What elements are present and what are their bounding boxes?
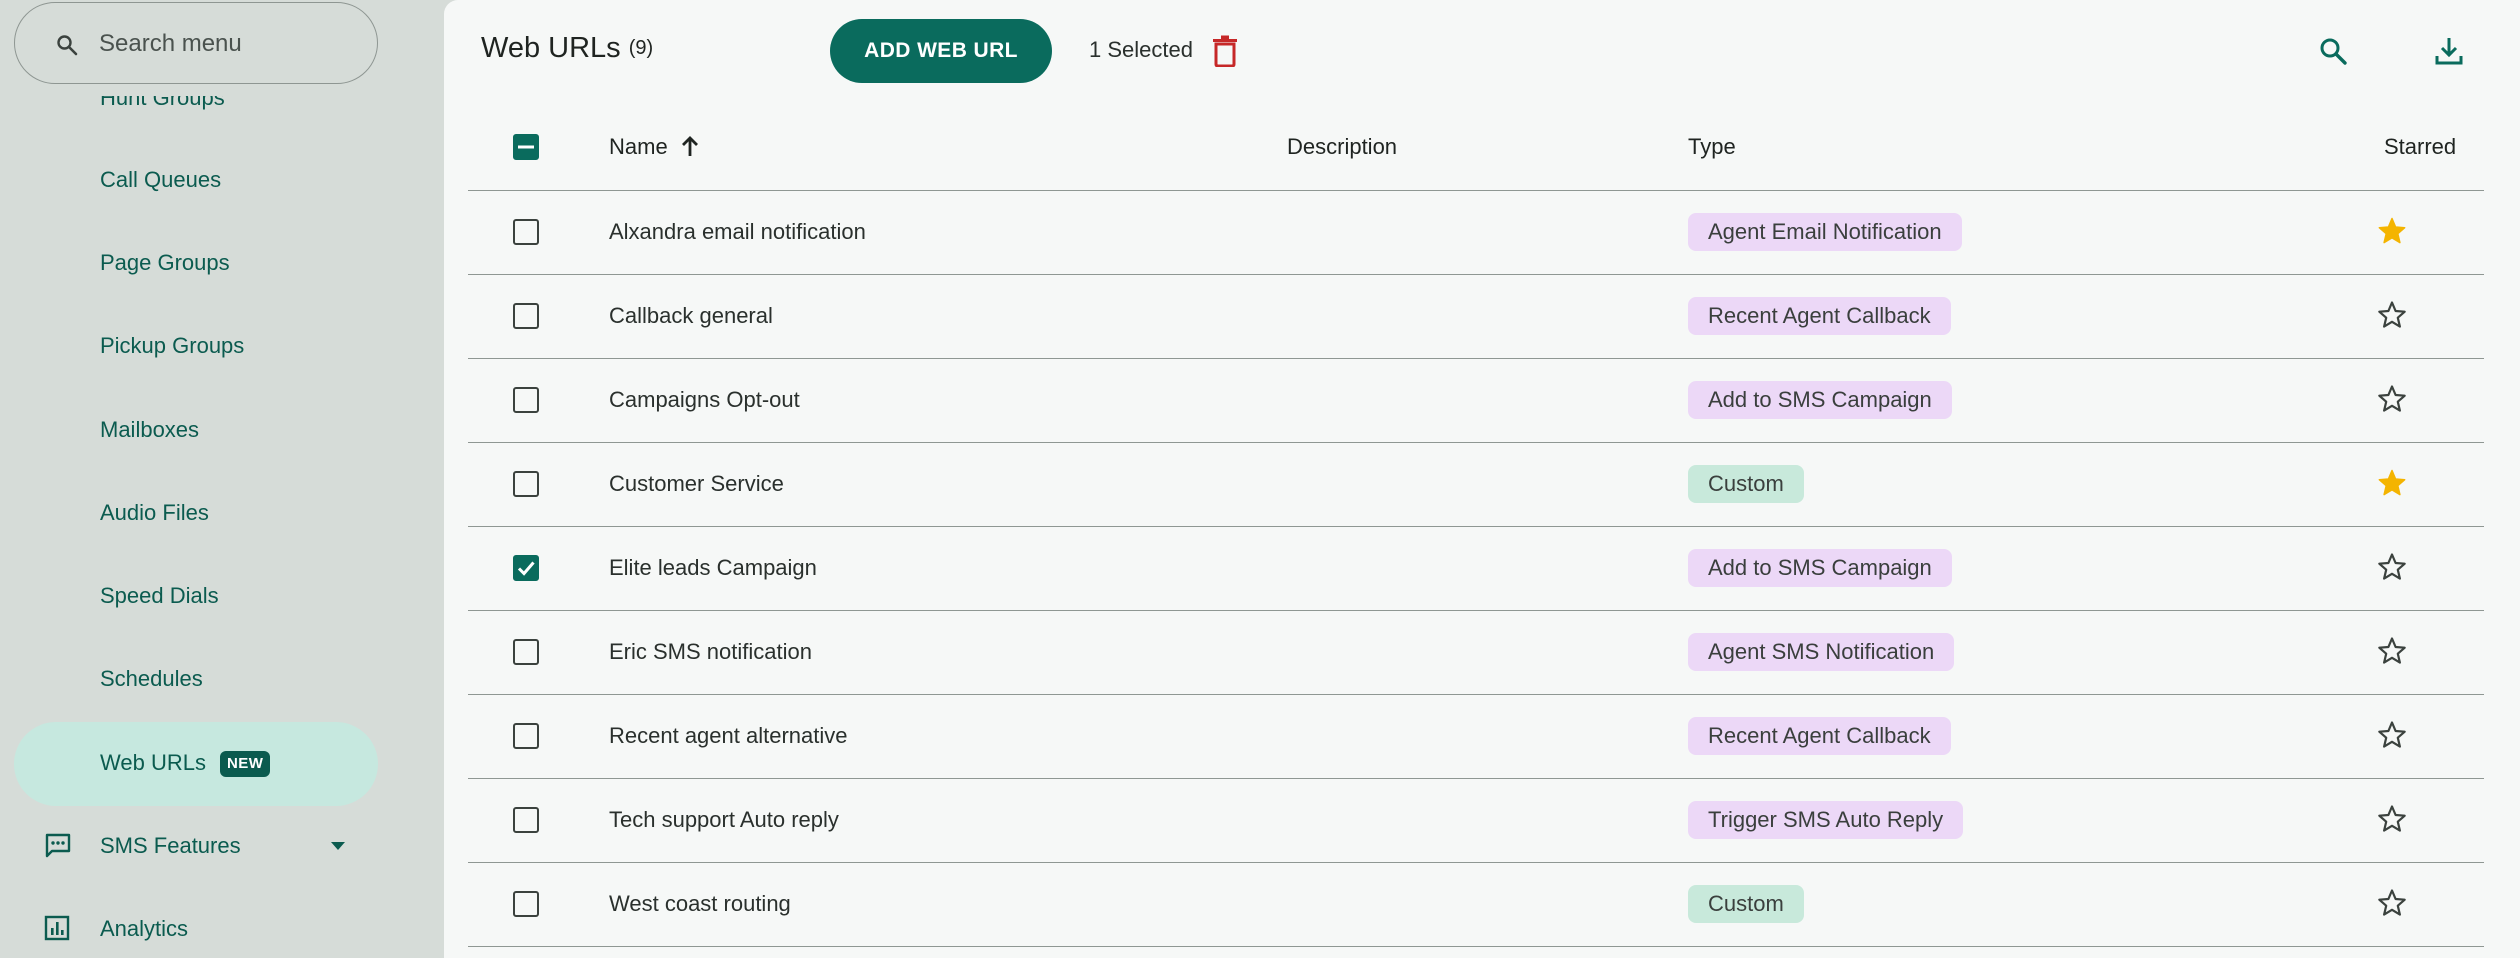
type-chip: Add to SMS Campaign	[1688, 381, 1952, 419]
web-urls-table: Name Description Type Starred Alxandra e…	[468, 110, 2484, 947]
row-name: Alxandra email notification	[609, 219, 866, 244]
row-name: Campaigns Opt-out	[609, 387, 800, 412]
page-count: (9)	[628, 37, 654, 59]
menu-search-box[interactable]	[14, 2, 378, 84]
type-chip: Agent Email Notification	[1688, 213, 1962, 251]
sidebar-item-hunt-groups[interactable]: Hunt Groups	[100, 96, 225, 114]
sms-icon	[45, 833, 71, 858]
row-name: Elite leads Campaign	[609, 555, 817, 580]
check-icon	[517, 561, 535, 576]
page-title: Web URLs (9)	[481, 32, 653, 65]
row-checkbox[interactable]	[513, 555, 539, 581]
download-icon[interactable]	[2434, 36, 2464, 66]
indeterminate-icon	[518, 145, 534, 149]
star-outline-icon[interactable]	[2377, 888, 2407, 918]
row-name: Eric SMS notification	[609, 639, 812, 664]
type-chip: Recent Agent Callback	[1688, 297, 1951, 335]
chevron-down-icon[interactable]	[331, 842, 345, 850]
sidebar-item-schedules[interactable]: Schedules	[100, 663, 203, 695]
sidebar-item-mailboxes[interactable]: Mailboxes	[100, 414, 199, 446]
table-row[interactable]: Alxandra email notification Agent Email N…	[468, 191, 2484, 275]
row-checkbox[interactable]	[513, 219, 539, 245]
column-header-name[interactable]: Name	[609, 134, 700, 160]
sidebar-item-call-queues[interactable]: Call Queues	[100, 164, 221, 196]
star-outline-icon[interactable]	[2377, 636, 2407, 666]
table-row[interactable]: Callback general Recent Agent Callback	[468, 275, 2484, 359]
table-row[interactable]: West coast routing Custom	[468, 863, 2484, 947]
type-chip: Recent Agent Callback	[1688, 717, 1951, 755]
search-icon	[57, 35, 78, 56]
table-row[interactable]: Customer Service Custom	[468, 443, 2484, 527]
sort-ascending-icon[interactable]	[680, 135, 700, 157]
main-panel: Web URLs (9) ADD WEB URL 1 Selected Name	[444, 0, 2520, 958]
sidebar-item-audio-files[interactable]: Audio Files	[100, 497, 209, 529]
row-checkbox[interactable]	[513, 723, 539, 749]
table-row[interactable]: Eric SMS notification Agent SMS Notificat…	[468, 611, 2484, 695]
table-header-row: Name Description Type Starred	[468, 110, 2484, 191]
row-checkbox[interactable]	[513, 303, 539, 329]
row-checkbox[interactable]	[513, 807, 539, 833]
type-chip: Custom	[1688, 465, 1804, 503]
menu-search-input[interactable]	[97, 23, 361, 65]
row-checkbox[interactable]	[513, 891, 539, 917]
row-name: West coast routing	[609, 891, 791, 916]
column-header-description[interactable]: Description	[1287, 134, 1397, 160]
sidebar-item-page-groups[interactable]: Page Groups	[100, 247, 230, 279]
new-badge: NEW	[219, 751, 271, 777]
type-chip: Custom	[1688, 885, 1804, 923]
row-name: Tech support Auto reply	[609, 807, 839, 832]
row-name: Customer Service	[609, 471, 784, 496]
star-outline-icon[interactable]	[2377, 384, 2407, 414]
star-outline-icon[interactable]	[2377, 804, 2407, 834]
analytics-icon	[44, 915, 70, 941]
sidebar-item-web-urls-label-wrap: Web URLs NEW	[100, 747, 271, 779]
sidebar-item-label: Web URLs	[100, 750, 206, 775]
table-row[interactable]: Campaigns Opt-out Add to SMS Campaign	[468, 359, 2484, 443]
delete-icon[interactable]	[1212, 35, 1238, 67]
column-header-type[interactable]: Type	[1688, 134, 1736, 160]
sidebar: Hunt Groups Call Queues Page Groups Pick…	[0, 0, 404, 958]
table-row[interactable]: Tech support Auto reply Trigger SMS Auto …	[468, 779, 2484, 863]
select-all-checkbox[interactable]	[513, 134, 539, 160]
row-name: Callback general	[609, 303, 773, 328]
sidebar-item-pickup-groups[interactable]: Pickup Groups	[100, 330, 244, 362]
column-header-starred[interactable]: Starred	[2384, 134, 2456, 160]
type-chip: Add to SMS Campaign	[1688, 549, 1952, 587]
sidebar-item-sms-features[interactable]: SMS Features	[100, 830, 241, 862]
row-name: Recent agent alternative	[609, 723, 848, 748]
selected-count: 1 Selected	[1089, 37, 1193, 62]
row-checkbox[interactable]	[513, 471, 539, 497]
sidebar-item-speed-dials[interactable]: Speed Dials	[100, 580, 219, 612]
star-outline-icon[interactable]	[2377, 720, 2407, 750]
sidebar-item-analytics[interactable]: Analytics	[100, 913, 188, 945]
type-chip: Trigger SMS Auto Reply	[1688, 801, 1964, 839]
table-row[interactable]: Recent agent alternative Recent Agent Cal…	[468, 695, 2484, 779]
star-outline-icon[interactable]	[2377, 300, 2407, 330]
type-chip: Agent SMS Notification	[1688, 633, 1955, 671]
star-filled-icon[interactable]	[2377, 216, 2407, 246]
row-checkbox[interactable]	[513, 639, 539, 665]
table-row[interactable]: Elite leads Campaign Add to SMS Campaign	[468, 527, 2484, 611]
add-web-url-button[interactable]: ADD WEB URL	[830, 19, 1052, 83]
star-outline-icon[interactable]	[2377, 552, 2407, 582]
row-checkbox[interactable]	[513, 387, 539, 413]
page-title-text: Web URLs	[481, 32, 621, 64]
column-name-label: Name	[609, 134, 668, 159]
star-filled-icon[interactable]	[2377, 468, 2407, 498]
search-icon[interactable]	[2318, 36, 2348, 66]
